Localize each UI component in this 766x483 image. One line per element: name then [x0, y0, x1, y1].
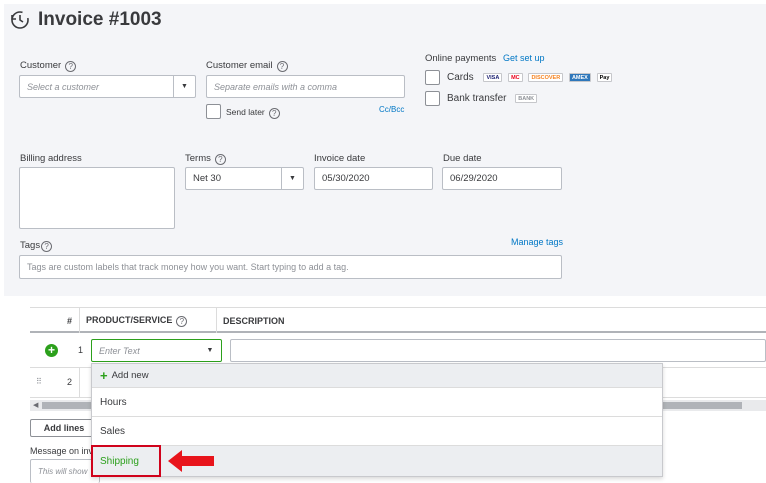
- message-on-invoice-input[interactable]: This will show: [30, 459, 100, 483]
- invoice-date-label: Invoice date: [314, 153, 366, 164]
- drag-handle-icon[interactable]: ⠿: [36, 377, 45, 386]
- bank-transfer-checkbox[interactable]: [425, 91, 440, 106]
- get-set-up-link[interactable]: Get set up: [503, 53, 545, 63]
- product-header-text: PRODUCT/SERVICE: [86, 315, 173, 325]
- tags-label-text: Tags: [20, 240, 41, 251]
- card-brand-icons: VISA MC DISCOVER AMEX Pay: [480, 72, 613, 83]
- add-lines-button[interactable]: Add lines: [30, 419, 98, 437]
- billing-address-input[interactable]: [19, 167, 175, 229]
- dropdown-item-label: Hours: [100, 396, 127, 408]
- help-icon[interactable]: ?: [176, 316, 188, 327]
- terms-label: Terms?: [185, 153, 226, 165]
- help-icon[interactable]: ?: [65, 61, 77, 72]
- due-date-value: 06/29/2020: [450, 173, 498, 184]
- mastercard-icon: MC: [508, 73, 523, 82]
- amex-icon: AMEX: [568, 73, 591, 82]
- cards-row: Cards VISA MC DISCOVER AMEX Pay: [447, 72, 613, 83]
- bank-icon: BANK: [515, 94, 538, 103]
- customer-label-text: Customer: [20, 60, 62, 71]
- message-placeholder: This will show: [38, 467, 88, 476]
- column-divider: [216, 308, 217, 333]
- column-divider: [79, 308, 80, 333]
- send-later-checkbox[interactable]: [206, 104, 221, 119]
- column-divider: [79, 368, 80, 398]
- arrow-left-icon: [168, 450, 214, 472]
- customer-email-label-text: Customer email: [206, 60, 273, 71]
- help-icon[interactable]: ?: [41, 241, 53, 252]
- bank-transfer-row: Bank transfer BANK: [447, 93, 538, 104]
- customer-placeholder: Select a customer: [27, 81, 100, 92]
- apple-pay-icon: Pay: [596, 73, 613, 82]
- message-on-invoice-label: Message on inv: [30, 446, 94, 456]
- online-payments-row: Online payments Get set up: [425, 53, 544, 64]
- product-placeholder: Enter Text: [99, 345, 140, 356]
- terms-label-text: Terms: [185, 153, 211, 164]
- customer-email-placeholder: Separate emails with a comma: [214, 81, 338, 92]
- product-service-input[interactable]: Enter Text ▼: [91, 339, 222, 362]
- scroll-left-icon[interactable]: ◀: [33, 401, 38, 409]
- cards-checkbox[interactable]: [425, 70, 440, 85]
- dropdown-item-label: Sales: [100, 425, 126, 437]
- plus-icon: +: [100, 368, 108, 383]
- add-new-label: Add new: [111, 370, 149, 381]
- tags-input[interactable]: Tags are custom labels that track money …: [19, 255, 562, 279]
- add-line-icon[interactable]: +: [45, 344, 58, 357]
- online-payments-label: Online payments: [425, 53, 497, 64]
- history-icon[interactable]: [9, 9, 31, 31]
- send-later-label: Send later?: [226, 107, 280, 119]
- due-date-label: Due date: [443, 153, 482, 164]
- tags-label: Tags?: [20, 240, 53, 252]
- invoice-form-panel: [4, 4, 766, 296]
- customer-label: Customer?: [20, 60, 77, 72]
- terms-value: Net 30: [193, 173, 221, 184]
- cc-bcc-link[interactable]: Cc/Bcc: [379, 105, 404, 114]
- column-header-number: #: [67, 316, 73, 326]
- help-icon[interactable]: ?: [268, 108, 280, 119]
- chevron-down-icon[interactable]: ▼: [281, 168, 303, 189]
- row-number: 1: [78, 345, 84, 355]
- discover-icon: DISCOVER: [528, 73, 564, 82]
- invoice-date-input[interactable]: 05/30/2020: [314, 167, 433, 190]
- customer-select[interactable]: Select a customer ▼: [19, 75, 196, 98]
- help-icon[interactable]: ?: [214, 154, 226, 165]
- highlight-box: [91, 445, 161, 477]
- invoice-date-value: 05/30/2020: [322, 173, 370, 184]
- column-header-product: PRODUCT/SERVICE?: [86, 315, 188, 327]
- chevron-down-icon[interactable]: ▼: [199, 340, 221, 361]
- help-icon[interactable]: ?: [276, 61, 288, 72]
- visa-icon: VISA: [483, 73, 503, 82]
- page-title: Invoice #1003: [38, 9, 162, 30]
- manage-tags-link[interactable]: Manage tags: [511, 237, 563, 247]
- row-number: 2: [67, 377, 73, 387]
- dropdown-add-new[interactable]: + Add new: [92, 364, 662, 388]
- column-header-description: DESCRIPTION: [223, 316, 285, 326]
- billing-address-label: Billing address: [20, 153, 82, 164]
- tags-placeholder: Tags are custom labels that track money …: [27, 262, 349, 272]
- chevron-down-icon[interactable]: ▼: [173, 76, 195, 97]
- customer-email-input[interactable]: Separate emails with a comma: [206, 75, 405, 98]
- dropdown-item-hours[interactable]: Hours: [92, 388, 662, 417]
- description-input[interactable]: [230, 339, 766, 362]
- dropdown-item-sales[interactable]: Sales: [92, 417, 662, 446]
- cards-label: Cards: [447, 72, 474, 83]
- bank-transfer-label: Bank transfer: [447, 93, 507, 104]
- send-later-text: Send later: [226, 107, 265, 117]
- terms-select[interactable]: Net 30 ▼: [185, 167, 304, 190]
- customer-email-label: Customer email?: [206, 60, 288, 72]
- due-date-input[interactable]: 06/29/2020: [442, 167, 562, 190]
